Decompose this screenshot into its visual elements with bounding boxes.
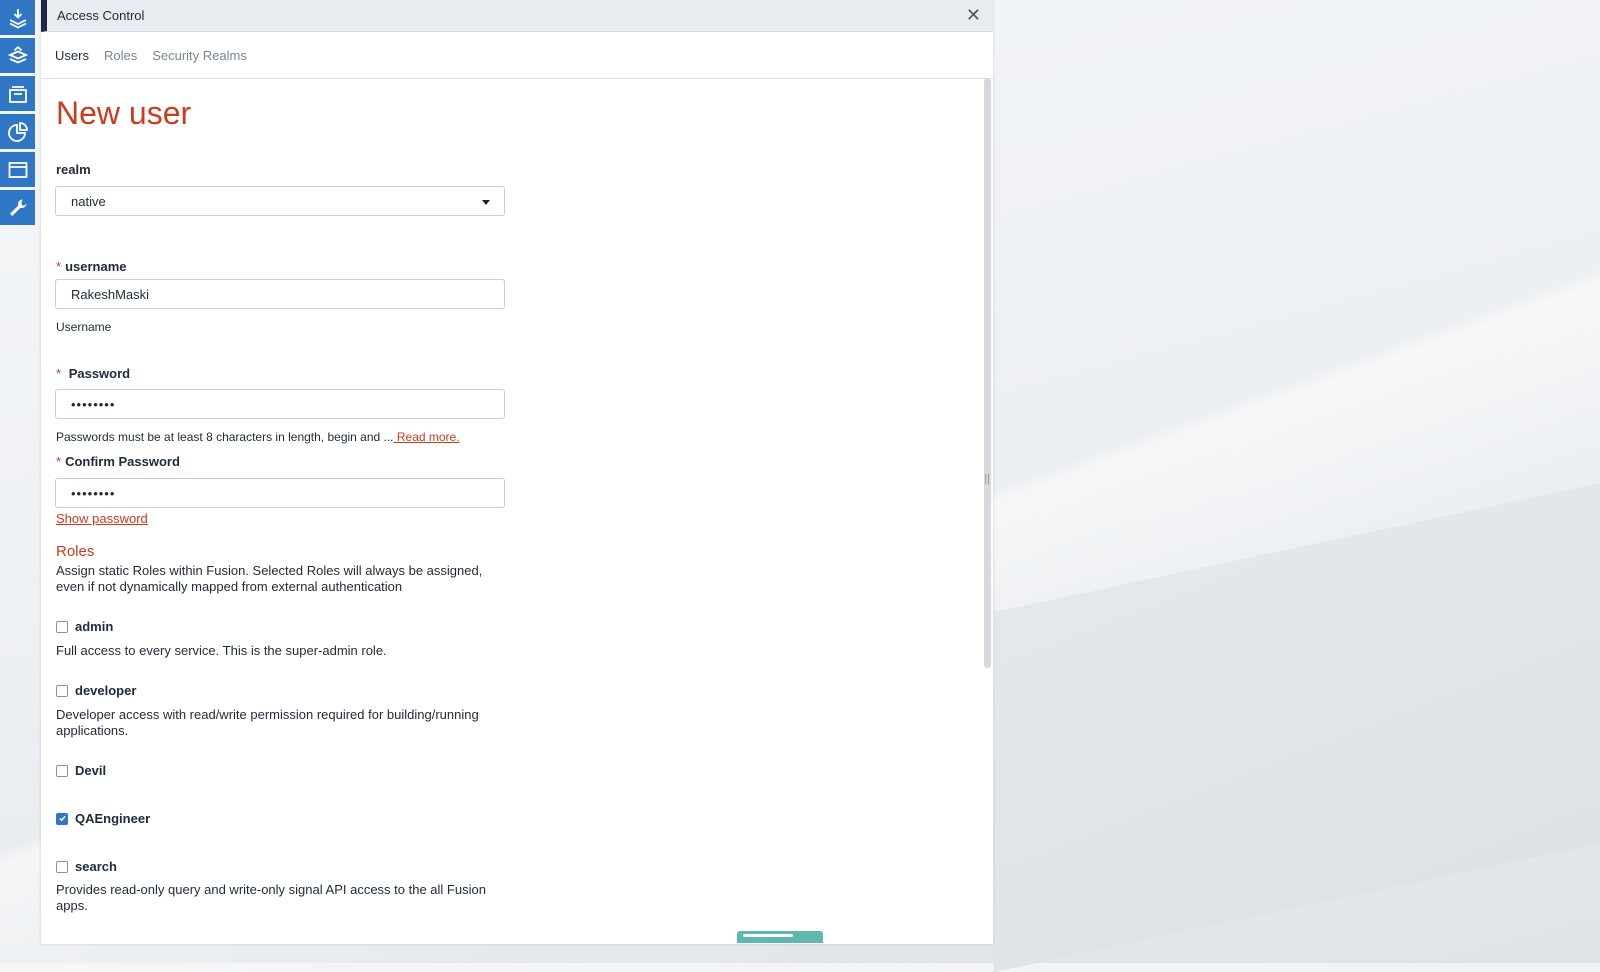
page-title: New user bbox=[56, 95, 192, 131]
close-icon[interactable]: ✕ bbox=[966, 5, 981, 26]
username-field[interactable] bbox=[55, 279, 505, 309]
required-marker: * bbox=[56, 366, 62, 381]
wrench-icon[interactable] bbox=[0, 190, 35, 225]
vertical-scrollbar[interactable] bbox=[984, 78, 991, 668]
chevron-down-icon bbox=[482, 200, 490, 205]
username-help: Username bbox=[56, 320, 112, 334]
role-devil[interactable]: Devil bbox=[56, 763, 106, 778]
realm-label: realm bbox=[56, 162, 91, 177]
window-title: Access Control bbox=[57, 8, 145, 23]
checkbox[interactable] bbox=[56, 684, 68, 697]
check-icon bbox=[58, 815, 66, 822]
required-marker: * bbox=[56, 454, 62, 469]
tab-bar: Users Roles Security Realms bbox=[41, 32, 993, 79]
realm-select[interactable]: native bbox=[55, 186, 505, 216]
role-description: Provides read-only query and write-only … bbox=[56, 882, 486, 913]
password-field[interactable]: •••••••• bbox=[55, 389, 505, 419]
role-name: admin bbox=[75, 619, 114, 634]
role-name: developer bbox=[75, 683, 137, 698]
role-name: search bbox=[75, 859, 117, 874]
resize-handle-icon[interactable]: || bbox=[984, 473, 990, 485]
role-description: Developer access with read/write permiss… bbox=[56, 707, 479, 738]
title-bar: Access Control ✕ bbox=[41, 0, 993, 32]
read-more-link[interactable]: Read more. bbox=[394, 430, 460, 444]
role-search[interactable]: search bbox=[56, 859, 117, 874]
role-description: Full access to every service. This is th… bbox=[56, 643, 387, 658]
role-developer[interactable]: developer bbox=[56, 683, 136, 698]
role-name: QAEngineer bbox=[75, 811, 151, 826]
pie-chart-icon[interactable] bbox=[0, 114, 35, 149]
checkbox-checked[interactable] bbox=[56, 812, 68, 825]
username-input[interactable] bbox=[71, 286, 471, 302]
show-password-link[interactable]: Show password bbox=[56, 511, 148, 526]
password-input[interactable]: •••••••• bbox=[71, 397, 115, 412]
left-icon-bar bbox=[0, 0, 36, 228]
username-label: * username bbox=[56, 259, 127, 274]
download-stack-icon[interactable] bbox=[0, 0, 35, 35]
roles-section-title: Roles bbox=[56, 543, 95, 560]
role-admin[interactable]: admin bbox=[56, 619, 113, 634]
checkbox[interactable] bbox=[56, 620, 68, 633]
confirm-password-label: * Confirm Password bbox=[56, 454, 180, 469]
tab-roles[interactable]: Roles bbox=[104, 48, 137, 63]
role-qaengineer[interactable]: QAEngineer bbox=[56, 811, 150, 826]
confirm-password-input[interactable]: •••••••• bbox=[71, 486, 115, 501]
layers-upload-icon[interactable] bbox=[0, 38, 35, 73]
role-name: Devil bbox=[75, 763, 107, 778]
password-label: * Password bbox=[56, 366, 131, 381]
tab-security-realms[interactable]: Security Realms bbox=[152, 48, 247, 63]
layers-icon[interactable] bbox=[0, 76, 35, 111]
required-marker: * bbox=[56, 259, 62, 274]
bottom-drawer-handle[interactable] bbox=[737, 931, 823, 943]
checkbox[interactable] bbox=[56, 764, 68, 777]
window-icon[interactable] bbox=[0, 152, 35, 187]
form-content: New user realm native *username Username… bbox=[41, 78, 981, 944]
checkbox[interactable] bbox=[56, 860, 68, 873]
password-help: Passwords must be at least 8 characters … bbox=[56, 430, 460, 444]
confirm-password-field[interactable]: •••••••• bbox=[55, 478, 505, 508]
tab-users[interactable]: Users bbox=[55, 48, 89, 63]
access-control-panel: Access Control ✕ Users Roles Security Re… bbox=[41, 0, 993, 944]
drawer-handle-grip bbox=[743, 934, 793, 937]
show-password-wrapper: Show password bbox=[56, 511, 148, 526]
realm-select-value: native bbox=[71, 193, 106, 209]
roles-description: Assign static Roles within Fusion. Selec… bbox=[56, 563, 483, 594]
